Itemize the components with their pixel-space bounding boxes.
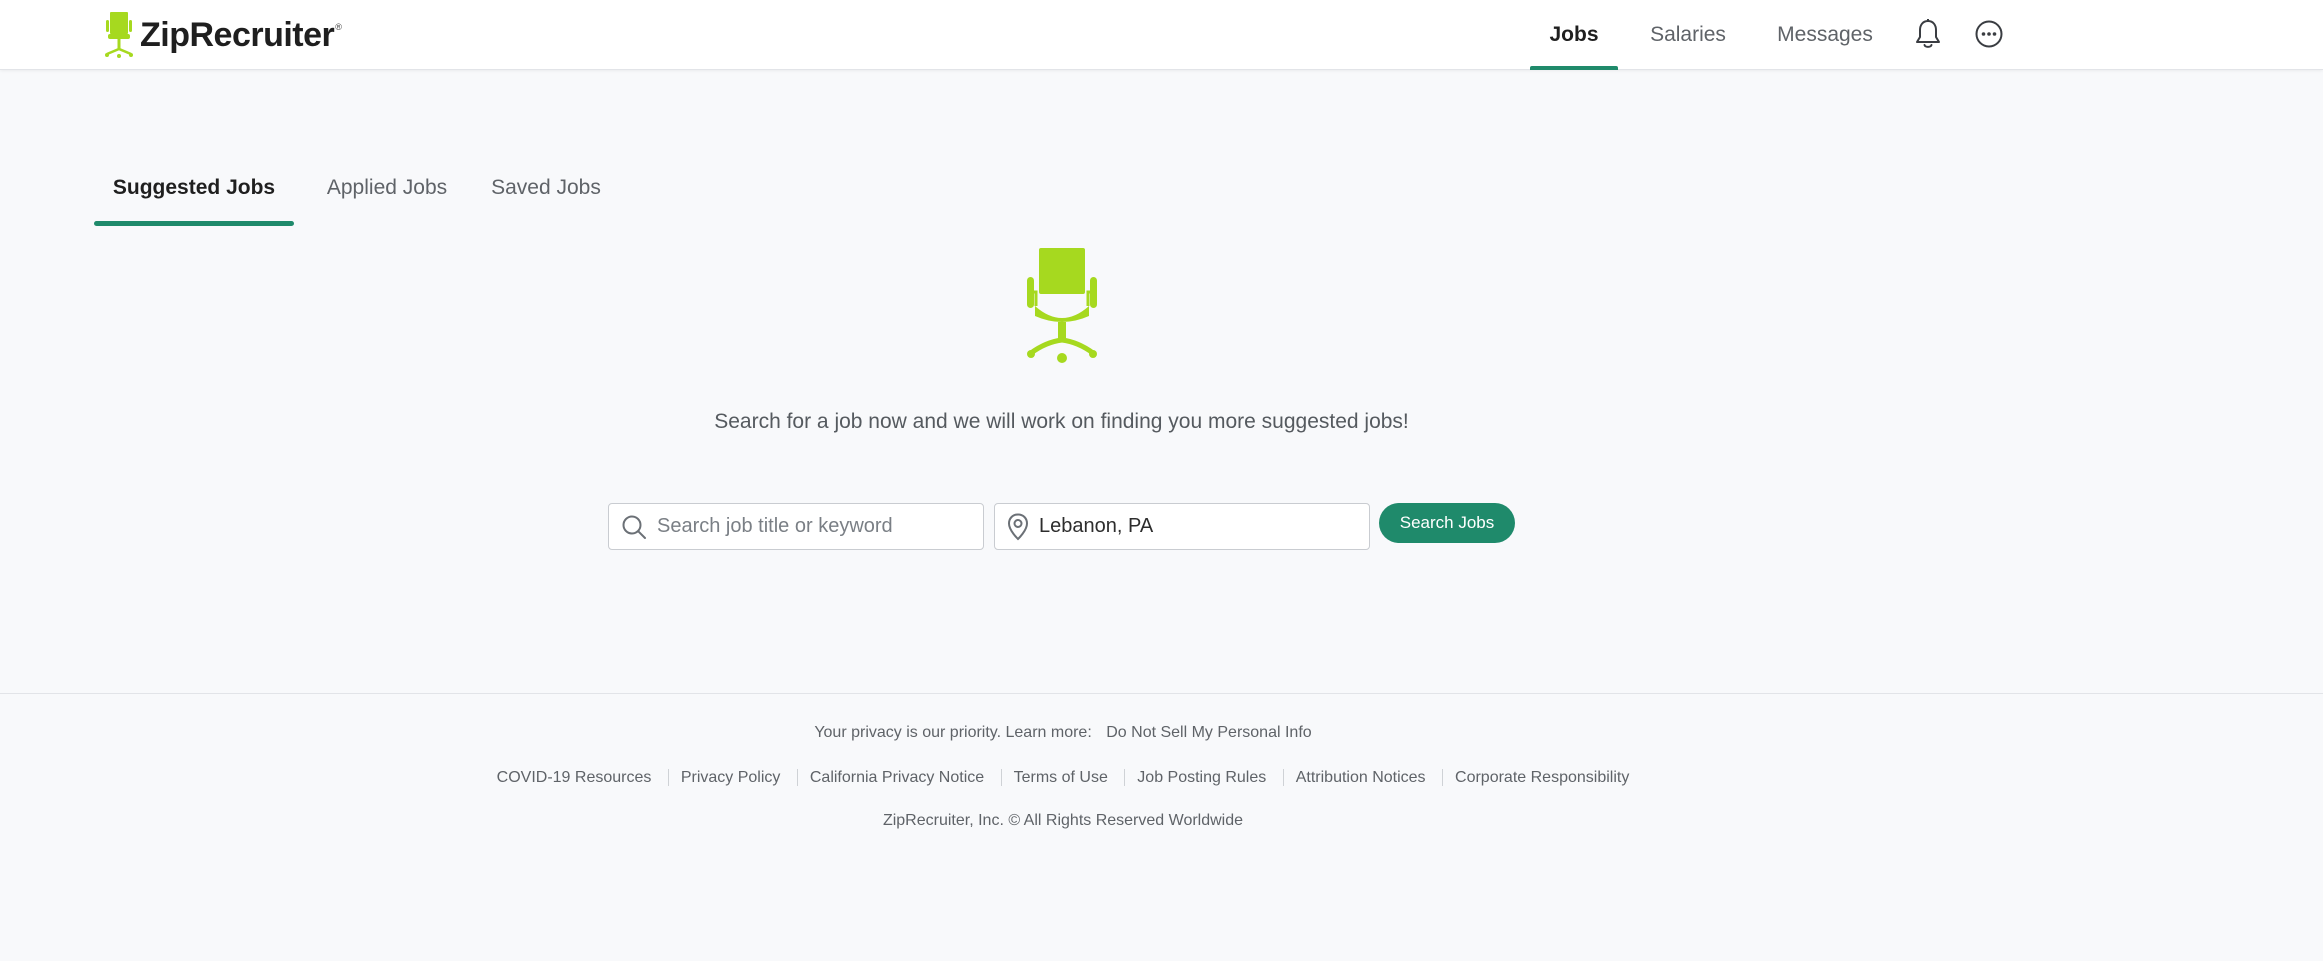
search-jobs-button[interactable]: Search Jobs bbox=[1379, 503, 1515, 543]
nav-messages[interactable]: Messages bbox=[1770, 0, 1880, 70]
copyright-notice: ZipRecruiter, Inc. © All Rights Reserved… bbox=[882, 812, 1244, 829]
tab-applied-jobs[interactable]: Applied Jobs bbox=[320, 160, 454, 226]
location-search-input[interactable] bbox=[1039, 515, 1359, 538]
notifications-button[interactable] bbox=[1910, 16, 1946, 52]
top-navigation-bar: ZipRecruiter ® Jobs Salaries Messages bbox=[0, 0, 2323, 70]
footer-link-privacy-policy[interactable]: Privacy Policy bbox=[667, 769, 793, 786]
footer-link-california-privacy-notice[interactable]: California Privacy Notice bbox=[796, 769, 997, 786]
privacy-notice: Your privacy is our priority. Learn more… bbox=[0, 724, 2126, 742]
keyword-search-field[interactable] bbox=[608, 503, 984, 550]
footer-link-terms-of-use[interactable]: Terms of Use bbox=[1000, 769, 1120, 786]
chair-logo-icon bbox=[105, 12, 133, 58]
page-footer: Your privacy is our priority. Learn more… bbox=[0, 693, 2323, 961]
more-options-button[interactable] bbox=[1971, 16, 2007, 52]
footer-link-covid-19-resources[interactable]: COVID-19 Resources bbox=[485, 769, 664, 786]
tab-suggested-jobs[interactable]: Suggested Jobs bbox=[94, 160, 294, 226]
location-pin-icon bbox=[1007, 512, 1029, 540]
keyword-search-input[interactable] bbox=[657, 515, 977, 538]
brand-name: ZipRecruiter bbox=[140, 15, 335, 54]
bell-icon bbox=[1916, 19, 1940, 48]
nav-jobs[interactable]: Jobs bbox=[1530, 0, 1618, 70]
office-chair-illustration-icon bbox=[1027, 248, 1097, 363]
tab-saved-jobs[interactable]: Saved Jobs bbox=[484, 160, 608, 226]
footer-links: COVID-19 Resources Privacy Policy Califo… bbox=[0, 769, 2126, 787]
privacy-text: Your privacy is our priority. Learn more… bbox=[814, 724, 1092, 741]
nav-salaries[interactable]: Salaries bbox=[1640, 0, 1736, 70]
more-options-icon bbox=[1975, 20, 2003, 48]
trademark-symbol: ® bbox=[335, 22, 342, 32]
empty-state-message: Search for a job now and we will work on… bbox=[714, 410, 1409, 433]
ziprecruiter-logo[interactable]: ZipRecruiter ® bbox=[104, 12, 342, 58]
footer-link-corporate-responsibility[interactable]: Corporate Responsibility bbox=[1442, 769, 1642, 786]
footer-link-attribution-notices[interactable]: Attribution Notices bbox=[1282, 769, 1438, 786]
search-icon bbox=[622, 515, 646, 539]
footer-link-job-posting-rules[interactable]: Job Posting Rules bbox=[1124, 769, 1279, 786]
do-not-sell-link[interactable]: Do Not Sell My Personal Info bbox=[1106, 724, 1311, 741]
location-search-field[interactable] bbox=[994, 503, 1370, 550]
